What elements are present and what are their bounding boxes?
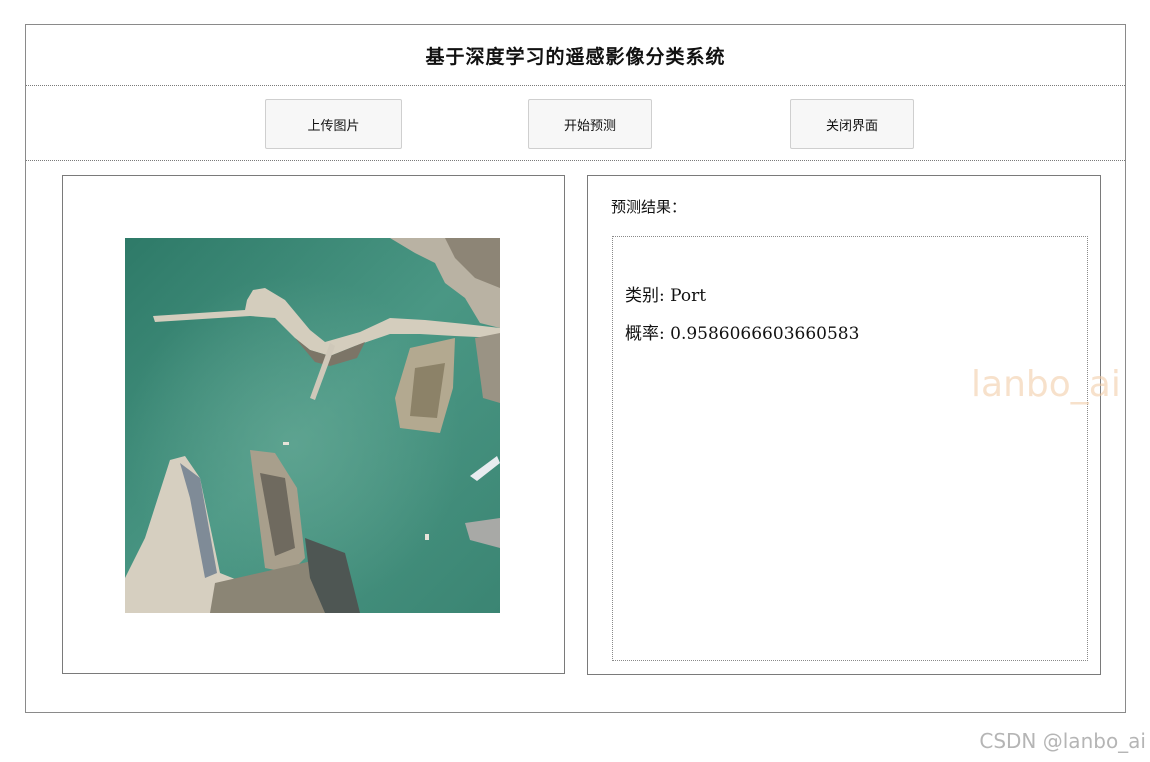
result-panel: 预测结果： 类别: Port 概率: 0.9586066603660583 xyxy=(587,175,1101,675)
result-heading: 预测结果： xyxy=(611,198,687,216)
result-output-box: 类别: Port 概率: 0.9586066603660583 xyxy=(612,236,1088,661)
title-bar: 基于深度学习的遥感影像分类系统 xyxy=(26,25,1125,86)
aerial-harbor-graphic xyxy=(125,238,500,613)
start-predict-button[interactable]: 开始预测 xyxy=(528,99,652,149)
toolbar: 上传图片 开始预测 关闭界面 xyxy=(26,86,1125,161)
aerial-image xyxy=(125,238,500,613)
predicted-probability-text: 概率: 0.9586066603660583 xyxy=(625,324,860,344)
app-window: 基于深度学习的遥感影像分类系统 上传图片 开始预测 关闭界面 预测结果： 类别:… xyxy=(25,24,1126,713)
close-window-button[interactable]: 关闭界面 xyxy=(790,99,914,149)
page-title: 基于深度学习的遥感影像分类系统 xyxy=(425,45,726,68)
upload-image-button[interactable]: 上传图片 xyxy=(265,99,402,149)
predicted-class-text: 类别: Port xyxy=(625,286,707,306)
watermark-overlay: lanbo_ai xyxy=(971,364,1121,405)
image-panel xyxy=(62,175,565,674)
csdn-watermark: CSDN @lanbo_ai xyxy=(979,729,1146,753)
